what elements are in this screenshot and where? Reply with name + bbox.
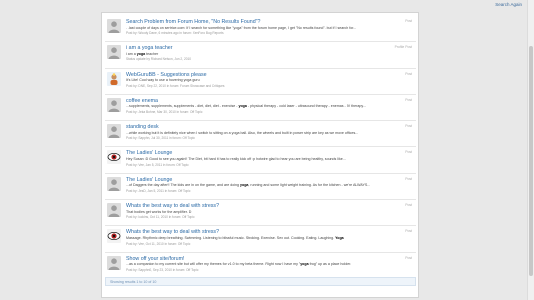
result-type-label: Post: [405, 71, 412, 76]
snippet-text: Massage. Rhythmic deep breathing. Swimmi…: [126, 235, 336, 240]
search-result-item[interactable]: Whats the best way to deal with stress? T…: [105, 200, 416, 227]
results-list: Search Problem from Forum Home, "No Resu…: [105, 16, 416, 279]
search-again-link[interactable]: Search Again: [495, 2, 522, 7]
result-meta: Post by: Woody Dane, 6 minutes ago in fo…: [126, 31, 224, 36]
result-snippet: ...while working but it is definitely ni…: [126, 130, 359, 135]
result-title-link[interactable]: Search Problem from Forum Home, "No Resu…: [126, 19, 260, 25]
snippet-text: teacher: [145, 51, 159, 56]
result-title-link[interactable]: The Ladies' Lounge: [126, 177, 172, 183]
result-meta: Post by: JesD, Jan 5, 2011 in forum: Off…: [126, 188, 191, 193]
result-title-link[interactable]: i am a yoga teacher: [126, 45, 173, 51]
result-type-label: Profile Post: [394, 45, 412, 50]
result-type-label: Post: [405, 203, 412, 208]
result-snippet: ...as a companion to my current site but…: [126, 262, 396, 266]
result-meta: Post by: Vee, Oct 11, 2010 in forum: Off…: [126, 241, 191, 246]
search-result-item[interactable]: standing desk ...while working but it is …: [105, 121, 416, 148]
result-meta: Post by: Sapphn0, Sep 23, 2010 in forum:…: [126, 267, 199, 272]
user-avatar-icon[interactable]: [107, 255, 121, 270]
user-avatar-icon[interactable]: [107, 19, 121, 33]
search-result-item[interactable]: Whats the best way to deal with stress? M…: [105, 226, 416, 253]
result-snippet: ...supplements, supplements, supplements…: [126, 104, 396, 108]
search-term-highlight: yoga: [238, 104, 247, 109]
result-title-link[interactable]: Whats the best way to deal with stress?: [126, 203, 219, 209]
result-type-label: Post: [405, 176, 412, 181]
eye-avatar-icon[interactable]: [107, 150, 121, 165]
result-type-label: Post: [405, 19, 412, 23]
result-snippet: . .last couple of days on sertrice.com: …: [126, 25, 357, 30]
result-meta: Post by: luckins, Oct 11, 2010 in forum:…: [126, 215, 195, 220]
user-avatar-icon[interactable]: [107, 97, 121, 112]
search-result-item[interactable]: Search Problem from Forum Home, "No Resu…: [105, 16, 416, 43]
search-results-panel: Search Problem from Forum Home, "No Resu…: [101, 12, 419, 298]
guru-avatar-icon[interactable]: [107, 71, 121, 86]
result-snippet: That bodies get works for the amplifier.…: [126, 209, 192, 214]
search-term-highlight: yoga: [300, 262, 309, 267]
snippet-text: ...supplements, supplements, supplements…: [126, 104, 239, 109]
search-term-highlight: yoga: [136, 51, 146, 56]
result-type-label: Post: [405, 150, 412, 155]
result-meta: Status update by Richard Nelson, Jun 2, …: [126, 57, 192, 62]
result-type-label: Post: [405, 255, 412, 260]
top-bar: Search Again: [0, 0, 534, 10]
snippet-text: frog" up as a place holder.: [308, 262, 352, 267]
results-footer: Showing results 1 to 10 of 10: [105, 277, 416, 286]
result-meta: Post by: Jeka Bohne, Mar 30, 2010 in for…: [126, 110, 203, 115]
search-result-item[interactable]: coffee enema ...supplements, supplements,…: [105, 95, 416, 122]
result-snippet: Massage. Rhythmic deep breathing. Swimmi…: [126, 236, 396, 240]
search-term-highlight: Yoga: [335, 235, 344, 240]
snippet-text: i am a: [126, 51, 137, 56]
scroll-thumb[interactable]: [529, 46, 533, 276]
results-count: Showing results 1 to 10 of 10: [110, 280, 157, 284]
snippet-text: - physical therapy - cold laser - ultras…: [246, 104, 366, 109]
result-type-label: Post: [405, 124, 412, 129]
search-result-item[interactable]: i am a yoga teacher i am a yoga teacher St…: [105, 42, 416, 69]
eye-avatar-icon[interactable]: [107, 229, 121, 244]
result-meta: Post by: Sapphn, Jul 30, 2011 in forum: …: [126, 136, 195, 141]
result-title-link[interactable]: WebGuruBB - Suggestions please: [126, 72, 207, 78]
user-avatar-icon[interactable]: [107, 45, 121, 60]
user-avatar-icon[interactable]: [107, 124, 121, 139]
snippet-text: ...as a companion to my current site but…: [126, 262, 301, 267]
user-avatar-icon[interactable]: [107, 203, 121, 218]
result-snippet: i am a yoga teacher: [126, 52, 396, 56]
search-result-item[interactable]: Show off your site/forum! ...as a compani…: [105, 253, 416, 279]
result-title-link[interactable]: standing desk: [126, 124, 159, 130]
search-result-item[interactable]: The Ladies' Lounge ...of Daggers the day …: [105, 174, 416, 201]
result-meta: Post by: DNE, Sep 22, 2010 in forum: For…: [126, 83, 225, 88]
result-snippet: Hey Susan :D Good to see you again!! The…: [126, 157, 346, 162]
snippet-text: , running and some light weight training…: [248, 183, 371, 188]
result-title-link[interactable]: Whats the best way to deal with stress?: [126, 229, 219, 235]
page-scrollbar[interactable]: [527, 0, 534, 300]
search-result-item[interactable]: The Ladies' Lounge Hey Susan :D Good to s…: [105, 147, 416, 174]
result-meta: Post by: Vee, Jan 5, 2011 in forum: Off …: [126, 162, 189, 167]
result-snippet: ...of Daggers the day after!! The kids a…: [126, 183, 396, 187]
search-result-item[interactable]: WebGuruBB - Suggestions please It's Lite!…: [105, 69, 416, 95]
result-title-link[interactable]: The Ladies' Lounge: [126, 150, 172, 156]
result-title-link[interactable]: Show off your site/forum!: [126, 256, 185, 262]
result-type-label: Post: [405, 229, 412, 234]
result-title-link[interactable]: coffee enema: [126, 98, 158, 104]
result-snippet: It's Lite! Cool way to use a hovering yo…: [126, 78, 200, 83]
snippet-text: ...of Daggers the day after!! The kids a…: [126, 183, 241, 188]
user-avatar-icon[interactable]: [107, 176, 121, 191]
result-type-label: Post: [405, 97, 412, 102]
